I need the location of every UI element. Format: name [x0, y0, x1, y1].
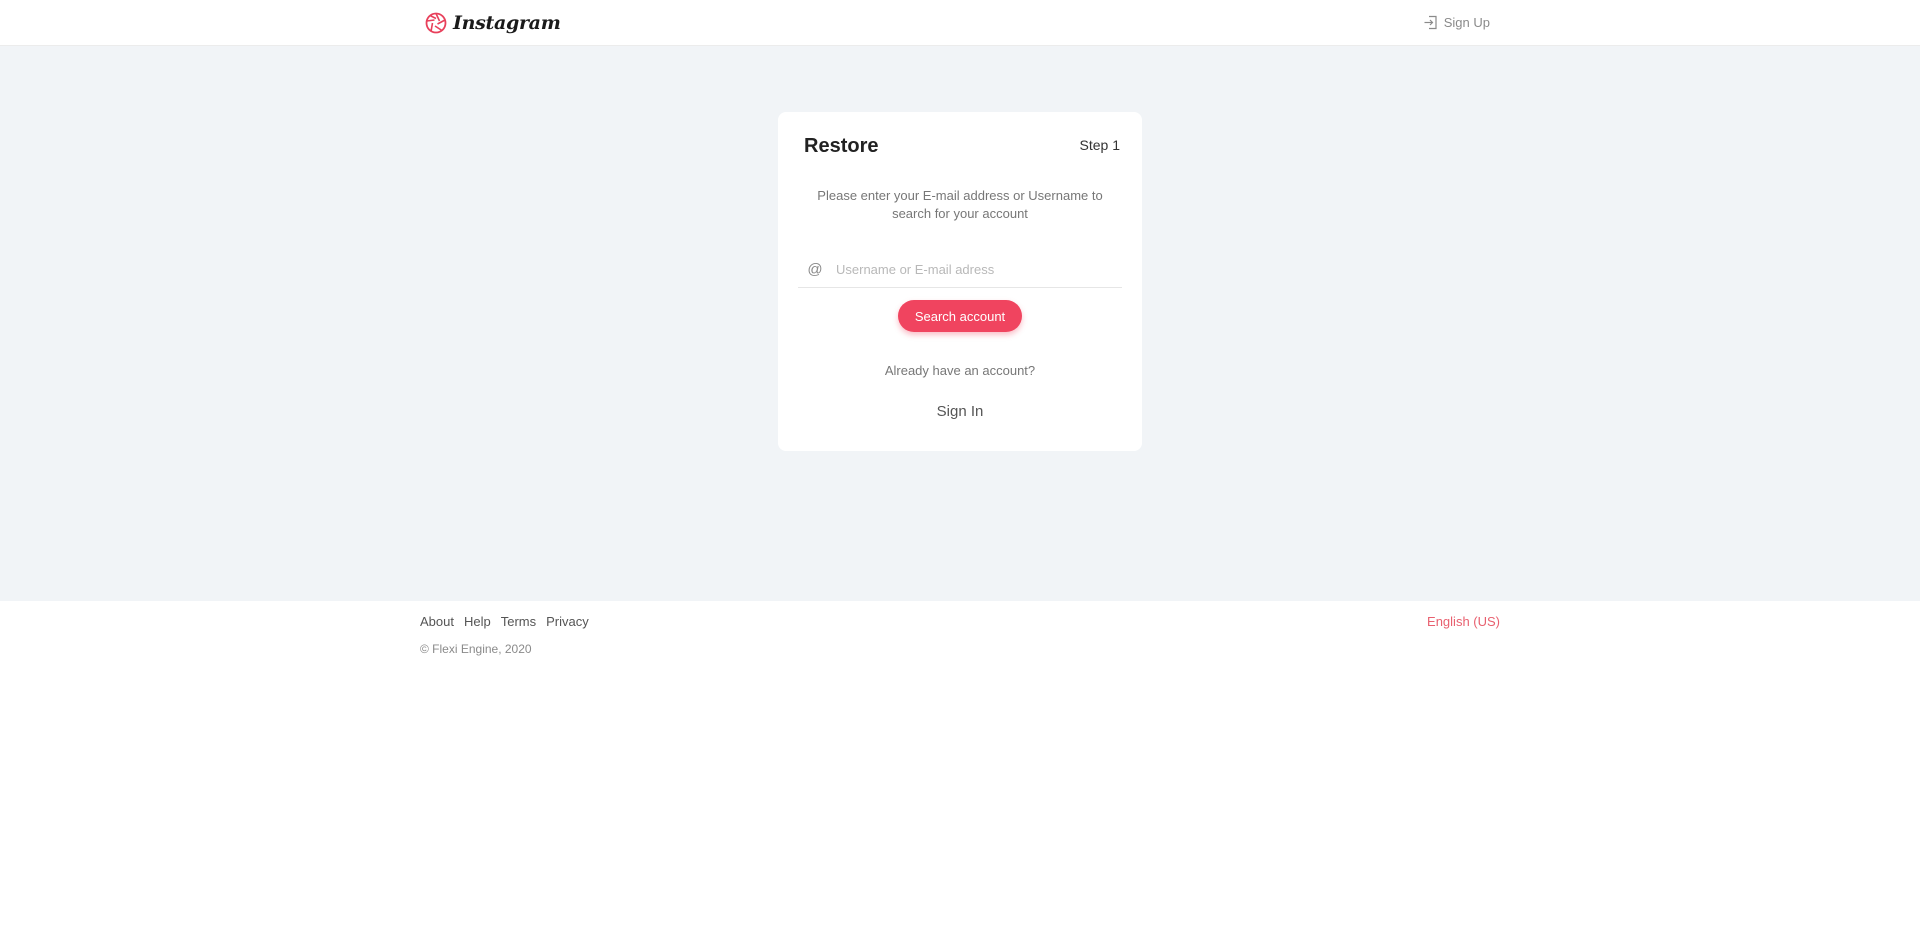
restore-card: Restore Step 1 Please enter your E-mail …	[778, 112, 1142, 451]
footer-links: About Help Terms Privacy	[420, 614, 589, 629]
aperture-logo-icon	[425, 12, 447, 34]
at-sign-icon: @	[807, 261, 823, 278]
navbar-container: Instagram Sign Up	[420, 0, 1500, 45]
search-account-button[interactable]: Search account	[898, 300, 1022, 332]
already-account-text: Already have an account?	[884, 363, 1036, 378]
footer: About Help Terms Privacy © Flexi Engine,…	[0, 601, 1920, 937]
sign-in-link[interactable]: Sign In	[778, 403, 1142, 420]
footer-link-about[interactable]: About	[420, 614, 454, 629]
main-area: Restore Step 1 Please enter your E-mail …	[0, 46, 1920, 601]
step-indicator: Step 1	[1079, 137, 1120, 153]
logo-text: Instagram	[453, 11, 561, 34]
username-email-input[interactable]	[834, 252, 1122, 287]
copyright-text: © Flexi Engine, 2020	[420, 642, 532, 656]
footer-container: About Help Terms Privacy © Flexi Engine,…	[420, 601, 1500, 937]
footer-link-terms[interactable]: Terms	[501, 614, 536, 629]
instagram-logo[interactable]: Instagram	[425, 12, 561, 34]
card-title: Restore	[804, 135, 879, 157]
footer-link-privacy[interactable]: Privacy	[546, 614, 589, 629]
card-description: Please enter your E-mail address or User…	[817, 188, 1103, 221]
signup-link[interactable]: Sign Up	[1423, 15, 1490, 30]
username-input-row: @	[798, 252, 1122, 288]
language-selector[interactable]: English (US)	[1427, 614, 1500, 629]
sign-in-icon	[1423, 15, 1438, 30]
footer-link-help[interactable]: Help	[464, 614, 491, 629]
top-navbar: Instagram Sign Up	[0, 0, 1920, 46]
signup-label: Sign Up	[1443, 15, 1490, 30]
